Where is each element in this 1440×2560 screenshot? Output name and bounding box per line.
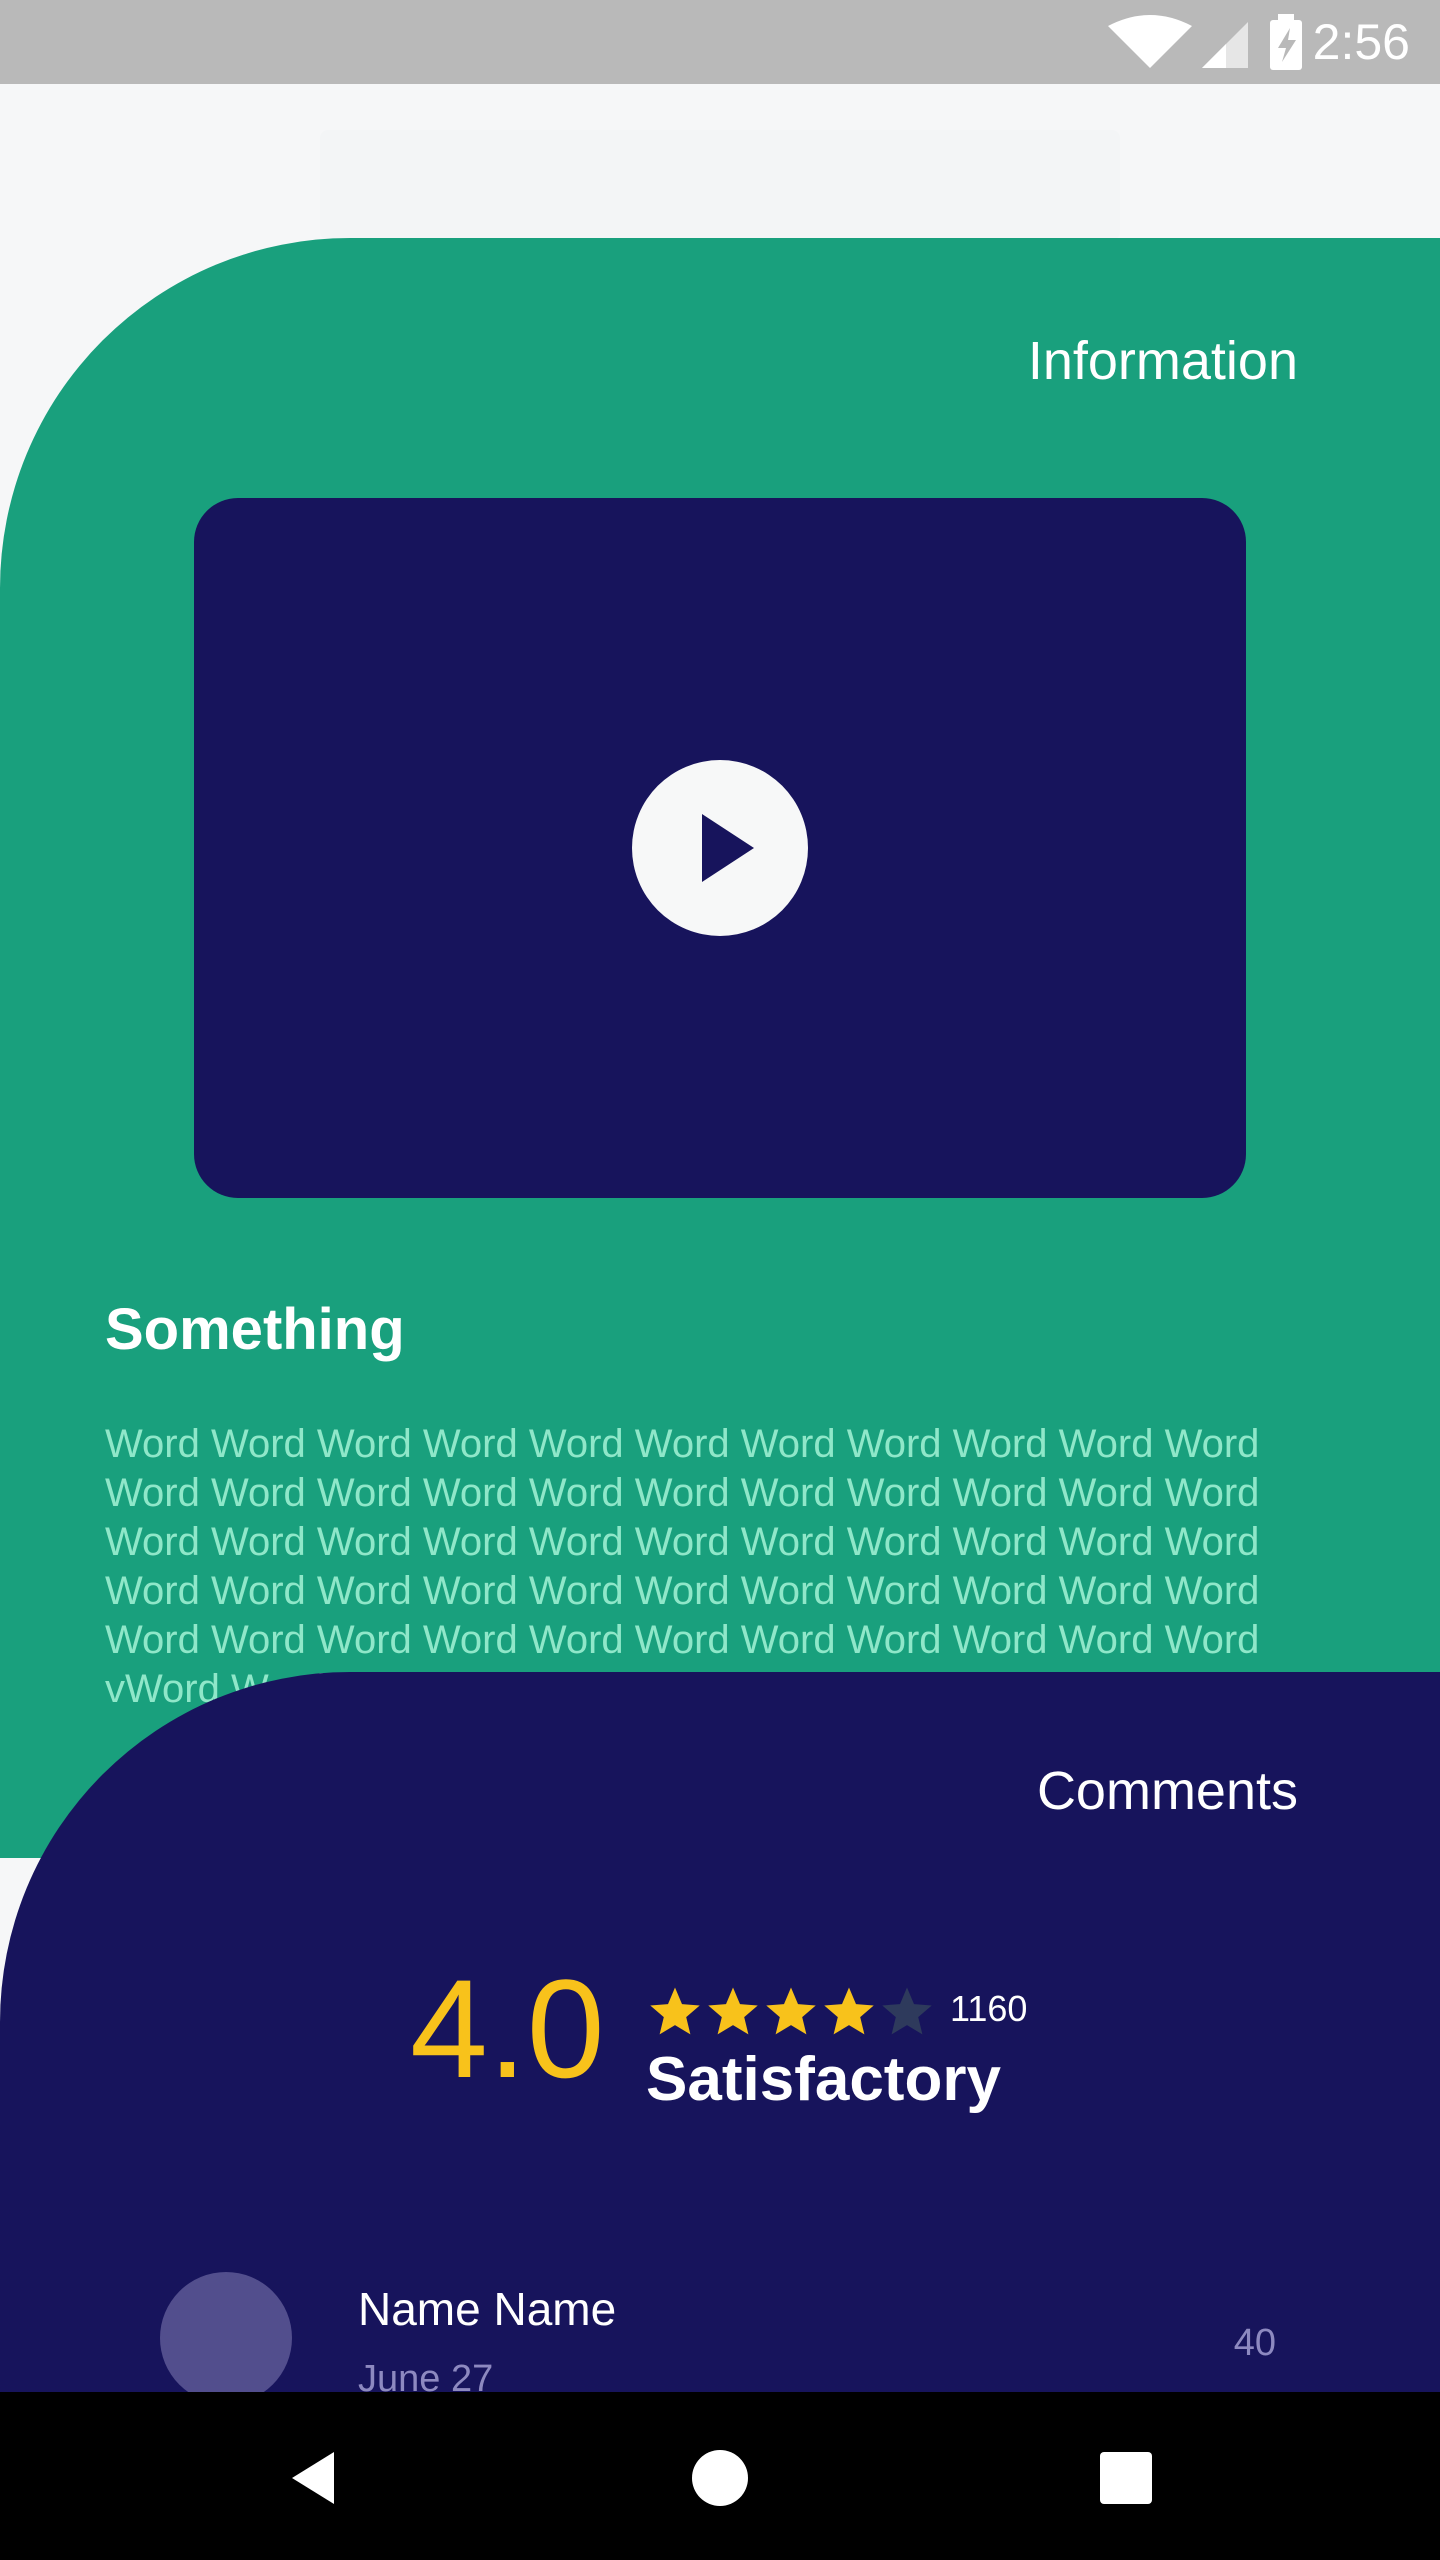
top-strip (320, 130, 1120, 240)
back-icon[interactable] (282, 2446, 346, 2510)
rating-value: 4.0 (410, 1950, 605, 2107)
star-filled-icon (824, 1987, 874, 2035)
information-card: Information Something Word Word Word Wor… (0, 238, 1440, 1858)
cell-signal-icon (1202, 22, 1248, 68)
wifi-icon (1108, 15, 1192, 68)
play-button[interactable] (632, 760, 808, 936)
home-icon[interactable] (688, 2446, 752, 2510)
rating-count: 1160 (950, 1988, 1028, 2029)
recents-icon[interactable] (1094, 2446, 1158, 2510)
play-icon (702, 814, 754, 882)
star-filled-icon (766, 1987, 816, 2035)
clock: 2:56 (1312, 14, 1410, 70)
comment-likes: 40 (1233, 2322, 1276, 2364)
section-title: Something (105, 1297, 405, 1362)
body-text: Word Word Word Word Word Word Word Word … (105, 1422, 1279, 1711)
comments-heading: Comments (1036, 1761, 1298, 1821)
status-icons (1108, 14, 1302, 70)
star-rating (646, 1984, 936, 2040)
avatar (160, 2272, 292, 2404)
battery-charging-icon (1270, 14, 1302, 70)
star-filled-icon (650, 1987, 700, 2035)
status-bar: 2:56 (0, 0, 1440, 84)
navigation-bar (0, 2392, 1440, 2560)
star-empty-icon (882, 1987, 932, 2035)
comments-card: Comments 4.0 1160 Satisfactory Name Name… (0, 1672, 1440, 2404)
comment-author: Name Name (358, 2283, 617, 2335)
information-heading: Information (1027, 331, 1298, 391)
star-filled-icon (708, 1987, 758, 2035)
video-player[interactable] (194, 498, 1246, 1198)
rating-label: Satisfactory (646, 2045, 1001, 2114)
